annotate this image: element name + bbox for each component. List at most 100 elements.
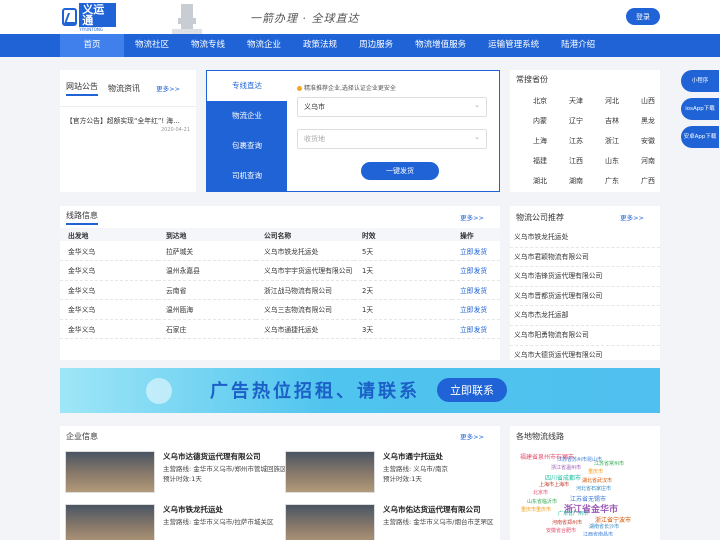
- nav-community[interactable]: 物流社区: [124, 34, 180, 57]
- company-item[interactable]: 义乌市大德货运代理有限公司: [510, 346, 660, 360]
- nav-policy[interactable]: 政策法规: [292, 34, 348, 57]
- province-item[interactable]: 广西: [630, 176, 666, 186]
- province-item[interactable]: 湖南: [558, 176, 594, 186]
- ship-now-button[interactable]: 一键发货: [361, 162, 439, 180]
- company-item[interactable]: 义乌市晋都货运代理有限公司: [510, 287, 660, 307]
- ios-download-button[interactable]: iosApp下载: [681, 98, 719, 120]
- line-company[interactable]: 义乌市宇宇货运代理有限公司: [256, 260, 354, 281]
- top-header: 义运通 YIYUNTONG 一箭办理 · 全球直达 登录: [0, 0, 720, 34]
- enterprise-route: 主营路线: 金华市义乌市/郑州市管城回族区: [163, 465, 287, 473]
- province-item[interactable]: 福建: [522, 156, 558, 166]
- company-item[interactable]: 义乌市阳勇物流有限公司: [510, 326, 660, 346]
- company-item[interactable]: 义乌市铁龙托运处: [510, 228, 660, 248]
- ship-now-link[interactable]: 立即发货: [460, 248, 487, 256]
- nav-services[interactable]: 周边服务: [348, 34, 404, 57]
- line-company[interactable]: 浙江战马物流有限公司: [256, 280, 354, 300]
- col-destination: 到达地: [158, 228, 256, 241]
- province-item[interactable]: 上海: [522, 136, 558, 146]
- enterprise-name[interactable]: 义乌市铁龙托运处: [163, 504, 287, 517]
- quick-shipping-form: 专线直达 物流企业 包裹查询 司机查询 精准推荐企业,选择认证企业更安全 义乌市…: [206, 70, 500, 192]
- lines-more-link[interactable]: 更多>>: [460, 212, 484, 222]
- province-item[interactable]: 北京: [522, 96, 558, 106]
- province-item[interactable]: 山西: [630, 96, 666, 106]
- enterprise-card[interactable]: 义乌市达德货运代理有限公司 主营路线: 金华市义乌市/郑州市管城回族区 预计时效:1…: [65, 451, 287, 493]
- route-tag[interactable]: 山东省临沂市: [527, 498, 557, 505]
- mini-program-button[interactable]: 小程序: [681, 70, 719, 92]
- route-tag[interactable]: 重庆市: [588, 468, 603, 475]
- nav-tms[interactable]: 运输管理系统: [477, 34, 550, 57]
- route-tag[interactable]: 湖北省武汉市: [582, 477, 612, 484]
- destination-select[interactable]: 收货地: [297, 128, 487, 149]
- company-item[interactable]: 义乌市君颖物流有限公司: [510, 248, 660, 268]
- ship-now-link[interactable]: 立即发货: [460, 306, 487, 314]
- company-item[interactable]: 义乌市浩锋货运代理有限公司: [510, 267, 660, 287]
- route-tag[interactable]: 安徽省合肥市: [546, 527, 576, 534]
- contact-now-button[interactable]: 立即联系: [437, 378, 507, 402]
- route-tag[interactable]: 湖南省长沙市: [589, 523, 619, 530]
- login-button[interactable]: 登录: [626, 8, 660, 25]
- tab-direct-lines[interactable]: 专线直达: [207, 71, 287, 101]
- ship-now-link[interactable]: 立即发货: [460, 267, 487, 275]
- news-item[interactable]: 【官方公告】超额实现“全年红”! 海…: [66, 115, 190, 125]
- route-tag[interactable]: 河北省石家庄市: [576, 485, 611, 492]
- province-title: 常搜省份: [516, 74, 548, 84]
- line-destination: 石家庄: [158, 319, 256, 339]
- news-more-link[interactable]: 更多>>: [156, 83, 180, 93]
- province-item[interactable]: 黑龙: [630, 116, 666, 126]
- line-company[interactable]: 义乌市通捷托运处: [256, 319, 354, 339]
- province-item[interactable]: 辽宁: [558, 116, 594, 126]
- province-item[interactable]: 河北: [594, 96, 630, 106]
- route-tag[interactable]: 北京市: [533, 489, 548, 496]
- enterprise-name[interactable]: 义乌市佑达货运代理有限公司: [383, 504, 507, 517]
- route-tag[interactable]: 上海市上海市: [539, 481, 569, 488]
- company-item[interactable]: 义乌市杰龙托运部: [510, 306, 660, 326]
- nav-enterprises[interactable]: 物流企业: [236, 34, 292, 57]
- enterprise-card[interactable]: 义乌市铁龙托运处 主营路线: 金华市义乌市/拉萨市城关区: [65, 504, 287, 540]
- province-item[interactable]: 安徽: [630, 136, 666, 146]
- enterprise-name[interactable]: 义乌市通宁托运处: [383, 451, 507, 464]
- province-item[interactable]: 江苏: [558, 136, 594, 146]
- province-item[interactable]: 江西: [558, 156, 594, 166]
- enterprise-card[interactable]: 义乌市通宁托运处 主营路线: 义乌市/南京 预计时效:1天: [285, 451, 507, 493]
- line-row: 金华义乌 温州永嘉县 义乌市宇宇货运代理有限公司 1天 立即发货: [60, 260, 500, 281]
- route-tag[interactable]: 江苏省常州市: [594, 460, 624, 467]
- line-origin: 金华义乌: [60, 241, 158, 261]
- ship-now-link[interactable]: 立即发货: [460, 287, 487, 295]
- province-item[interactable]: 浙江: [594, 136, 630, 146]
- enterprise-more-link[interactable]: 更多>>: [460, 431, 484, 441]
- province-item[interactable]: 内蒙: [522, 116, 558, 126]
- route-tag[interactable]: 江西省南昌市: [583, 531, 613, 536]
- nav-port-intro[interactable]: 陆港介绍: [550, 34, 606, 57]
- ship-now-link[interactable]: 立即发货: [460, 326, 487, 334]
- line-company[interactable]: 义乌三志物流有限公司: [256, 299, 354, 320]
- tab-logistics-news[interactable]: 物流资讯: [108, 83, 140, 94]
- tab-announcements[interactable]: 网站公告: [66, 81, 98, 96]
- enterprise-name[interactable]: 义乌市达德货运代理有限公司: [163, 451, 287, 464]
- enterprise-card[interactable]: 义乌市佑达货运代理有限公司 主营路线: 金华市义乌市/烟台市芝罘区: [285, 504, 507, 540]
- route-tag[interactable]: 广东省广州市: [558, 510, 588, 517]
- tab-parcel-search[interactable]: 包裹查询: [207, 131, 287, 161]
- tab-driver-search[interactable]: 司机查询: [207, 161, 287, 191]
- route-tag[interactable]: 浙江省温州市: [551, 464, 581, 471]
- province-panel: 常搜省份 北京 天津 河北 山西 内蒙 辽宁 吉林 黑龙 上海 江苏 浙江 安徽 福建 江西 山东 河南 湖北湖…: [510, 70, 660, 192]
- route-tag[interactable]: 河南省郑州市: [552, 519, 582, 526]
- company-list: 义乌市铁龙托运处 义乌市君颖物流有限公司 义乌市浩锋货运代理有限公司 义乌市晋都货运代…: [510, 228, 660, 360]
- province-item[interactable]: 湖北: [522, 176, 558, 186]
- route-tag[interactable]: 重庆市重庆市: [521, 506, 551, 513]
- nav-home[interactable]: 首页: [60, 34, 124, 57]
- province-item[interactable]: 天津: [558, 96, 594, 106]
- ad-banner[interactable]: 广告热位招租、请联系 立即联系: [60, 368, 660, 413]
- companies-more-link[interactable]: 更多>>: [620, 212, 644, 222]
- line-company[interactable]: 义乌市铁龙托运处: [256, 241, 354, 261]
- android-download-button[interactable]: 安卓App下载: [681, 126, 719, 148]
- province-item[interactable]: 山东: [594, 156, 630, 166]
- origin-select[interactable]: 义乌市: [297, 96, 487, 117]
- nav-value-added[interactable]: 物流增值服务: [404, 34, 477, 57]
- province-item[interactable]: 吉林: [594, 116, 630, 126]
- site-logo[interactable]: 义运通 YIYUNTONG: [62, 2, 116, 31]
- tab-logistics-company[interactable]: 物流企业: [207, 101, 287, 131]
- province-grid: 北京 天津 河北 山西 内蒙 辽宁 吉林 黑龙 上海 江苏 浙江 安徽 福建 江西 山东 河南 湖北 湖南 广东 广西: [510, 88, 660, 186]
- province-item[interactable]: 广东: [594, 176, 630, 186]
- nav-lines[interactable]: 物流专线: [180, 34, 236, 57]
- province-item[interactable]: 河南: [630, 156, 666, 166]
